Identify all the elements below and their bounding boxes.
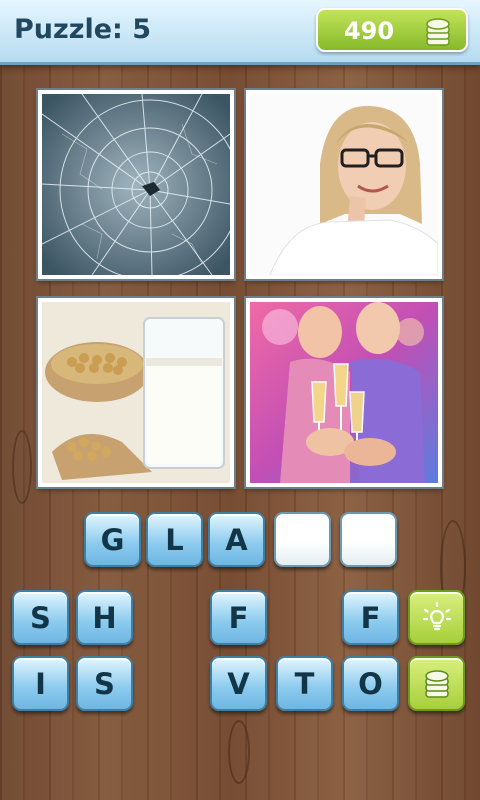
coin-stack-icon xyxy=(426,18,450,46)
answer-slot-5[interactable] xyxy=(340,512,397,567)
letter-key[interactable]: S xyxy=(12,590,69,645)
coin-count: 490 xyxy=(343,17,395,45)
coin-stack-icon xyxy=(424,669,449,698)
shattered-glass-picture xyxy=(36,88,236,281)
letter-key[interactable]: S xyxy=(76,656,133,711)
hint-button[interactable] xyxy=(408,590,465,645)
answer-slot-2[interactable]: L xyxy=(146,512,203,567)
answer-slot-1[interactable]: G xyxy=(84,512,141,567)
letter-key[interactable]: H xyxy=(76,590,133,645)
lightbulb-icon xyxy=(422,601,451,630)
answer-slot-4[interactable] xyxy=(274,512,331,567)
coin-counter[interactable]: 490 xyxy=(316,8,468,52)
letter-key[interactable]: V xyxy=(210,656,267,711)
soy-milk-glass-picture xyxy=(36,296,236,489)
answer-slot-3[interactable]: A xyxy=(208,512,265,567)
champagne-glasses-picture xyxy=(244,296,444,489)
woman-with-glasses-picture xyxy=(244,88,444,281)
buy-coins-button[interactable] xyxy=(408,656,465,711)
letter-key[interactable]: I xyxy=(12,656,69,711)
top-bar: Puzzle: 5 490 xyxy=(0,0,480,65)
puzzle-title: Puzzle: 5 xyxy=(14,14,151,45)
letter-key[interactable]: F xyxy=(210,590,267,645)
letter-key[interactable]: O xyxy=(342,656,399,711)
letter-key[interactable]: F xyxy=(342,590,399,645)
letter-key[interactable]: T xyxy=(276,656,333,711)
